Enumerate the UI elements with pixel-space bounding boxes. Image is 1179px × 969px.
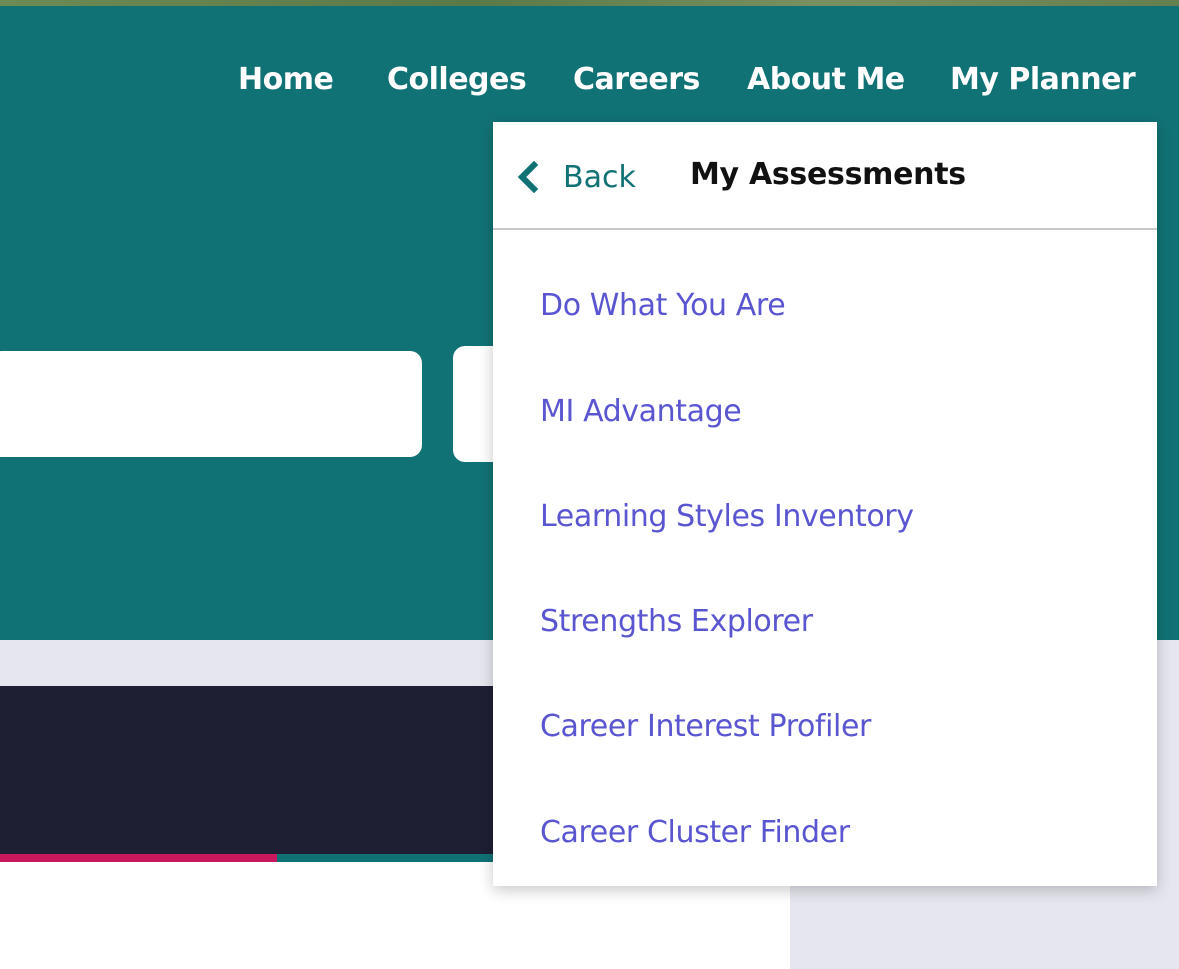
assessments-dropdown: Back My Assessments Do What You Are MI A…: [493, 122, 1157, 886]
assessment-link-mi-advantage[interactable]: MI Advantage: [540, 394, 742, 429]
back-label: Back: [563, 159, 636, 195]
assessment-link-strengths-explorer[interactable]: Strengths Explorer: [540, 604, 813, 639]
progress-bar-fill: [0, 854, 277, 862]
dropdown-header: Back My Assessments: [493, 122, 1157, 230]
nav-home[interactable]: Home: [238, 62, 334, 97]
assessment-link-career-interest-profiler[interactable]: Career Interest Profiler: [540, 709, 871, 744]
nav-colleges[interactable]: Colleges: [387, 62, 527, 97]
assessment-link-do-what-you-are[interactable]: Do What You Are: [540, 288, 786, 323]
search-input[interactable]: [0, 351, 422, 457]
nav-careers[interactable]: Careers: [573, 62, 700, 97]
assessment-link-career-cluster-finder[interactable]: Career Cluster Finder: [540, 815, 850, 850]
assessment-link-learning-styles-inventory[interactable]: Learning Styles Inventory: [540, 499, 914, 534]
main-nav: Home Colleges Careers About Me My Planne…: [0, 62, 1179, 102]
chevron-left-icon: [517, 161, 539, 193]
back-button[interactable]: Back: [515, 157, 636, 197]
page: Home Colleges Careers About Me My Planne…: [0, 0, 1179, 969]
nav-about-me[interactable]: About Me: [747, 62, 905, 97]
dropdown-title: My Assessments: [690, 157, 966, 192]
nav-my-planner[interactable]: My Planner: [950, 62, 1136, 97]
